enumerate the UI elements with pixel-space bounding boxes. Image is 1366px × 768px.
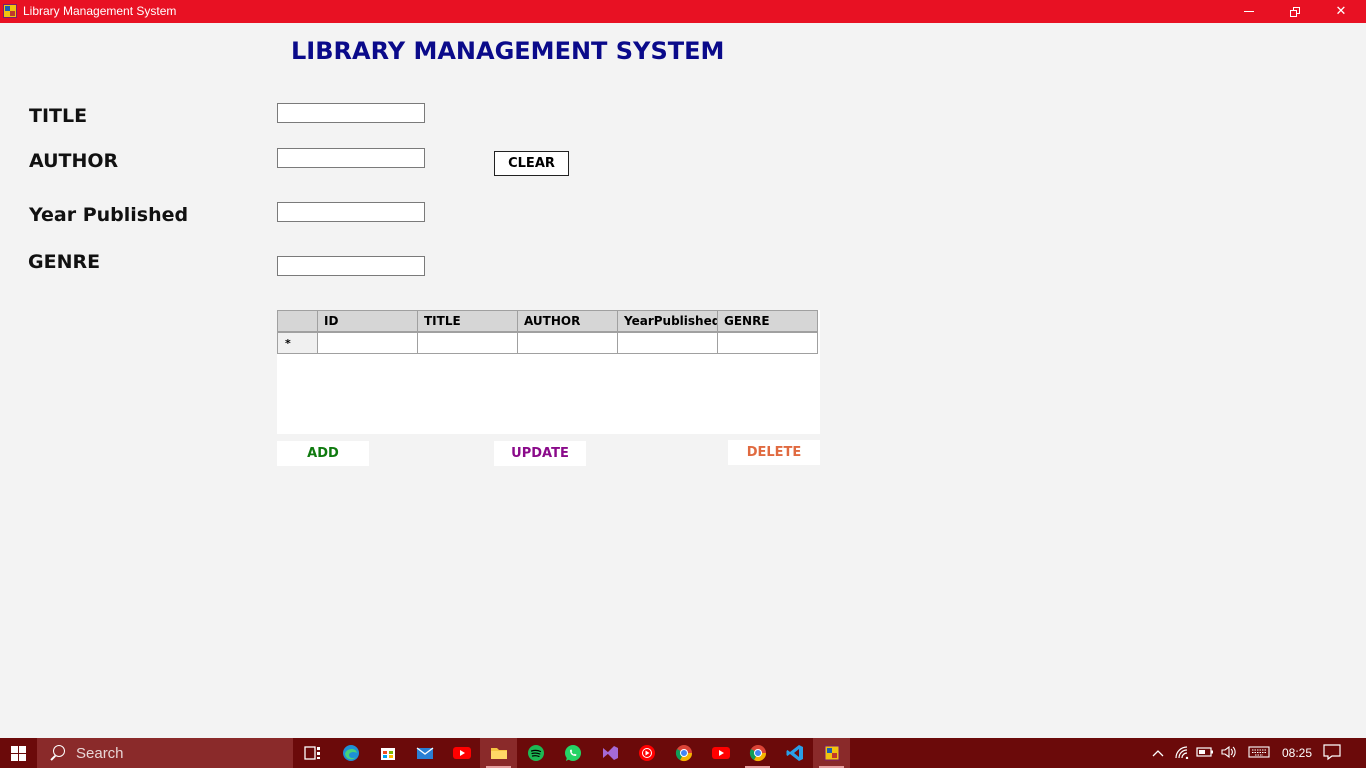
task-view-icon[interactable]: [294, 738, 331, 768]
window-titlebar: Library Management System ✕: [0, 0, 1366, 23]
taskbar-search[interactable]: Search: [37, 738, 293, 768]
genre-input[interactable]: [277, 256, 425, 276]
file-explorer-icon[interactable]: [480, 738, 517, 768]
grid-corner-header[interactable]: [277, 310, 318, 332]
chrome-icon[interactable]: [739, 738, 776, 768]
grid-new-row[interactable]: *: [277, 332, 818, 354]
search-icon: [49, 745, 65, 761]
spotify-icon[interactable]: [517, 738, 554, 768]
clock[interactable]: 08:25: [1282, 746, 1312, 760]
vscode-icon[interactable]: [776, 738, 813, 768]
title-label: TITLE: [29, 105, 88, 127]
year-published-label: Year Published: [29, 204, 189, 226]
chrome-icon[interactable]: [665, 738, 702, 768]
year-published-input[interactable]: [277, 202, 425, 222]
new-row-cell-id[interactable]: [317, 332, 418, 354]
column-header-id[interactable]: ID: [317, 310, 418, 332]
show-hidden-icons-chevron-up-icon[interactable]: [1150, 746, 1166, 760]
close-button[interactable]: ✕: [1318, 0, 1364, 23]
delete-button[interactable]: DELETE: [728, 440, 820, 465]
store-icon[interactable]: [369, 738, 406, 768]
taskbar: Search 08:25: [0, 738, 1366, 768]
new-row-cell-title[interactable]: [417, 332, 518, 354]
minimize-button[interactable]: [1226, 0, 1272, 23]
update-button[interactable]: UPDATE: [494, 441, 586, 466]
youtube-icon[interactable]: [443, 738, 480, 768]
page-title: LIBRARY MANAGEMENT SYSTEM: [291, 37, 725, 65]
edge-icon[interactable]: [332, 738, 369, 768]
notifications-button[interactable]: [1322, 738, 1342, 768]
new-row-marker[interactable]: *: [277, 332, 318, 354]
grid-header-row: ID TITLE AUTHOR YearPublished GENRE: [277, 310, 818, 332]
mail-icon[interactable]: [406, 738, 443, 768]
youtube-music-icon[interactable]: [628, 738, 665, 768]
restore-button[interactable]: [1272, 0, 1318, 23]
wifi-icon[interactable]: [1174, 745, 1190, 762]
column-header-year-published[interactable]: YearPublished: [617, 310, 718, 332]
youtube-icon[interactable]: [702, 738, 739, 768]
notification-icon: [1322, 743, 1342, 764]
clear-button[interactable]: CLEAR: [494, 151, 569, 176]
restore-icon: [1290, 6, 1300, 17]
search-placeholder: Search: [76, 744, 124, 762]
visual-studio-icon[interactable]: [591, 738, 628, 768]
new-row-cell-author[interactable]: [517, 332, 618, 354]
books-data-grid[interactable]: ID TITLE AUTHOR YearPublished GENRE *: [277, 310, 820, 434]
window-title: Library Management System: [23, 4, 177, 18]
volume-icon[interactable]: [1220, 745, 1238, 762]
column-header-author[interactable]: AUTHOR: [517, 310, 618, 332]
minimize-icon: [1244, 11, 1254, 12]
windows-logo-icon: [10, 745, 26, 761]
add-button[interactable]: ADD: [277, 441, 369, 466]
new-row-cell-year-published[interactable]: [617, 332, 718, 354]
app-icon: [3, 4, 17, 18]
author-label: AUTHOR: [29, 150, 119, 172]
column-header-genre[interactable]: GENRE: [717, 310, 818, 332]
library-app-icon[interactable]: [813, 738, 850, 768]
keyboard-icon[interactable]: [1248, 745, 1270, 762]
title-input[interactable]: [277, 103, 425, 123]
column-header-title[interactable]: TITLE: [417, 310, 518, 332]
author-input[interactable]: [277, 148, 425, 168]
close-icon: ✕: [1335, 4, 1347, 19]
battery-icon[interactable]: [1196, 746, 1214, 761]
whatsapp-icon[interactable]: [554, 738, 591, 768]
new-row-cell-genre[interactable]: [717, 332, 818, 354]
start-button[interactable]: [0, 738, 36, 768]
genre-label: GENRE: [28, 251, 101, 273]
system-tray: 08:25: [1150, 738, 1312, 768]
